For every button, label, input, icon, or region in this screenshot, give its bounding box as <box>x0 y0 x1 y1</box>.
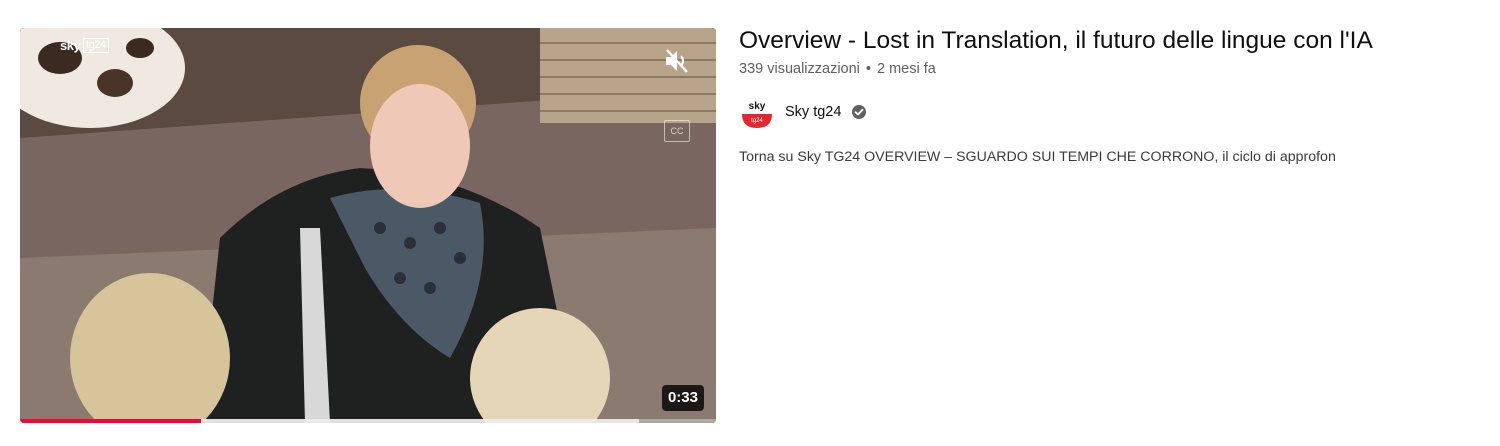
video-meta: Overview - Lost in Translation, il futur… <box>739 26 1479 167</box>
upload-age: 2 mesi fa <box>876 61 936 77</box>
progress-bar <box>20 419 716 423</box>
channel-link[interactable]: sky tg24 Sky tg24 <box>739 94 1479 130</box>
stats-separator: • <box>865 61 871 77</box>
verified-check-icon <box>851 104 867 120</box>
thumbnail-scene <box>20 28 716 423</box>
progress-fill <box>20 419 201 423</box>
video-stats: 339 visualizzazioni • 2 mesi fa <box>739 59 1479 79</box>
channel-name[interactable]: Sky tg24 <box>785 104 841 120</box>
view-count: 339 visualizzazioni <box>739 61 860 77</box>
captions-button[interactable]: CC <box>664 120 690 142</box>
video-description: Torna su Sky TG24 OVERVIEW – SGUARDO SUI… <box>739 149 1336 165</box>
video-title[interactable]: Overview - Lost in Translation, il futur… <box>739 26 1479 56</box>
svg-text:tg24: tg24 <box>751 118 763 124</box>
watermark-sky: sky <box>60 38 81 53</box>
watermark-tg24: tg24 <box>83 38 109 53</box>
volume-muted-icon <box>666 49 688 73</box>
duration-badge: 0:33 <box>661 385 704 411</box>
channel-avatar[interactable]: sky tg24 <box>739 94 775 130</box>
mute-button[interactable] <box>660 46 694 76</box>
svg-text:sky: sky <box>749 101 766 112</box>
video-thumbnail[interactable]: sky tg24 CC 0:33 <box>20 28 716 423</box>
video-result[interactable]: sky tg24 CC 0:33 Overview - Lost in Tran… <box>0 0 1500 446</box>
channel-watermark: sky tg24 <box>60 38 109 53</box>
